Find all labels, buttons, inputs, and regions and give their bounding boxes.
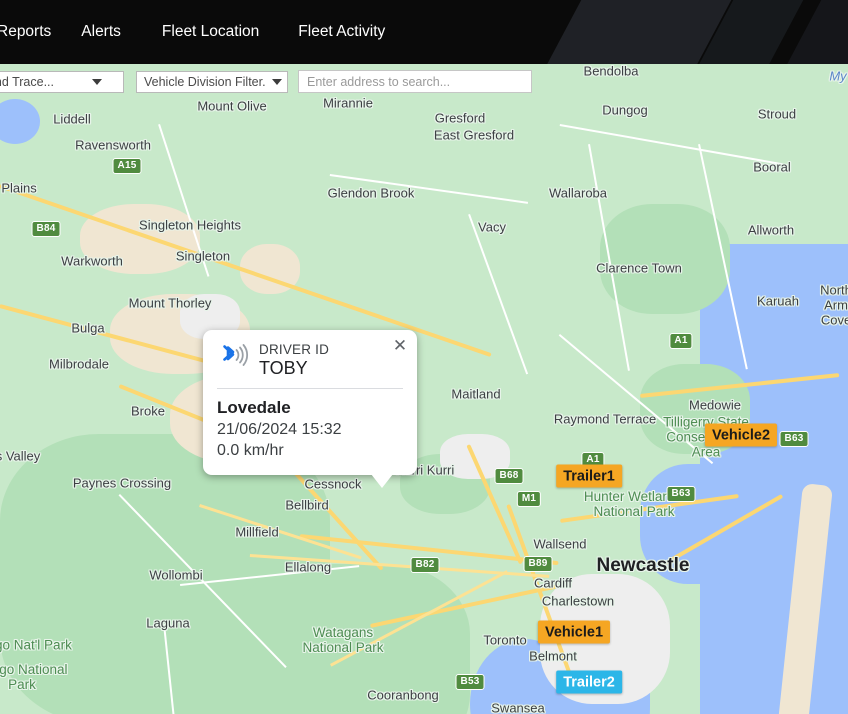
map-highway-shield: B84 <box>32 221 61 237</box>
map-place-label: Mirannie <box>323 96 373 111</box>
nav-fleet-activity[interactable]: Fleet Activity <box>274 18 400 46</box>
driver-id-label: DRIVER ID <box>259 342 329 358</box>
nav-fleet-location[interactable]: Fleet Location <box>136 18 274 46</box>
vehicle-division-filter-dropdown[interactable]: Vehicle Division Filter... <box>136 71 288 93</box>
track-and-trace-filter-label: ck and Trace... <box>0 75 54 89</box>
track-and-trace-filter-dropdown[interactable]: ck and Trace... <box>0 71 124 93</box>
popup-location: Lovedale <box>217 397 403 419</box>
vehicle-info-popup[interactable]: ✕ DRIVER ID TOBY Lovedale 21/06/2024 <box>203 330 417 475</box>
popup-divider <box>217 388 403 389</box>
marker-label: Trailer1 <box>563 468 615 484</box>
map-toolbar: ck and Trace... Vehicle Division Filter.… <box>0 70 848 94</box>
popup-datetime: 21/06/2024 15:32 <box>217 419 403 440</box>
map-marker-trailer1[interactable]: Trailer1 <box>556 465 622 488</box>
marker-label: Vehicle2 <box>712 427 770 443</box>
map-place-label: East Gresford <box>434 128 514 143</box>
map-place-label: Vacy <box>478 220 506 235</box>
top-navigation-bar: ReportsAlertsFleet LocationFleet Activit… <box>0 0 848 64</box>
close-icon[interactable]: ✕ <box>390 335 410 355</box>
map-highway-shield: A15 <box>113 158 142 174</box>
map-mine-1 <box>80 204 200 274</box>
map-place-label: Milbrodale <box>49 357 109 372</box>
marker-label: Vehicle1 <box>545 624 603 640</box>
map-highway-shield: A1 <box>669 333 692 349</box>
map-place-label: Mount Olive <box>197 99 266 114</box>
map-highway-shield: M1 <box>517 491 541 507</box>
bluetooth-signal-icon <box>217 343 251 373</box>
map-place-label: Dungog <box>602 103 648 118</box>
map-highway-shield: B63 <box>780 431 809 447</box>
map-highway-shield: B89 <box>524 556 553 572</box>
vehicle-division-filter-label: Vehicle Division Filter... <box>144 75 266 89</box>
nav-alerts[interactable]: Alerts <box>66 18 136 46</box>
chevron-down-icon <box>92 79 102 85</box>
map-place-label: Maitland <box>451 387 500 402</box>
map-place-label: Broke <box>131 404 165 419</box>
map-place-label: Stroud <box>758 107 796 122</box>
map-highway-shield: B68 <box>495 468 524 484</box>
map-highway-shield: B82 <box>411 557 440 573</box>
map-water-nw <box>0 99 40 144</box>
map-highway-shield: B53 <box>456 674 485 690</box>
address-search-input[interactable] <box>298 70 532 93</box>
driver-name-value: TOBY <box>259 358 329 379</box>
map-forest-ne <box>600 204 730 314</box>
map-place-label: Allworth <box>748 223 794 238</box>
fleet-location-screen: Mount Olive Mirannie Gresford East Gresford… <box>0 0 848 714</box>
driver-block: DRIVER ID TOBY <box>259 342 329 379</box>
popup-header: DRIVER ID TOBY <box>217 342 403 379</box>
map-marker-vehicle1[interactable]: Vehicle1 <box>538 621 610 644</box>
map-place-label: Liddell <box>53 112 91 127</box>
map-place-label: Wallsend <box>534 537 587 552</box>
nav-item-list: ReportsAlertsFleet LocationFleet Activit… <box>0 0 400 64</box>
map-place-label: Gresford <box>435 111 486 126</box>
chevron-down-icon <box>272 79 282 85</box>
map-forest-watagans <box>230 564 470 714</box>
map-canvas[interactable]: Mount Olive Mirannie Gresford East Gresford… <box>0 64 848 714</box>
map-marker-vehicle2[interactable]: Vehicle2 <box>705 424 777 447</box>
nav-reports[interactable]: Reports <box>0 18 66 46</box>
map-place-label: Ravensworth <box>75 138 151 153</box>
popup-speed: 0.0 km/hr <box>217 440 403 461</box>
map-road-n2 <box>330 174 528 204</box>
map-road-n3 <box>560 124 787 166</box>
map-place-label: Glendon Brook <box>328 186 415 201</box>
map-marker-trailer2[interactable]: Trailer2 <box>556 671 622 694</box>
map-highway-shield: B63 <box>667 486 696 502</box>
marker-label: Trailer2 <box>563 674 615 690</box>
